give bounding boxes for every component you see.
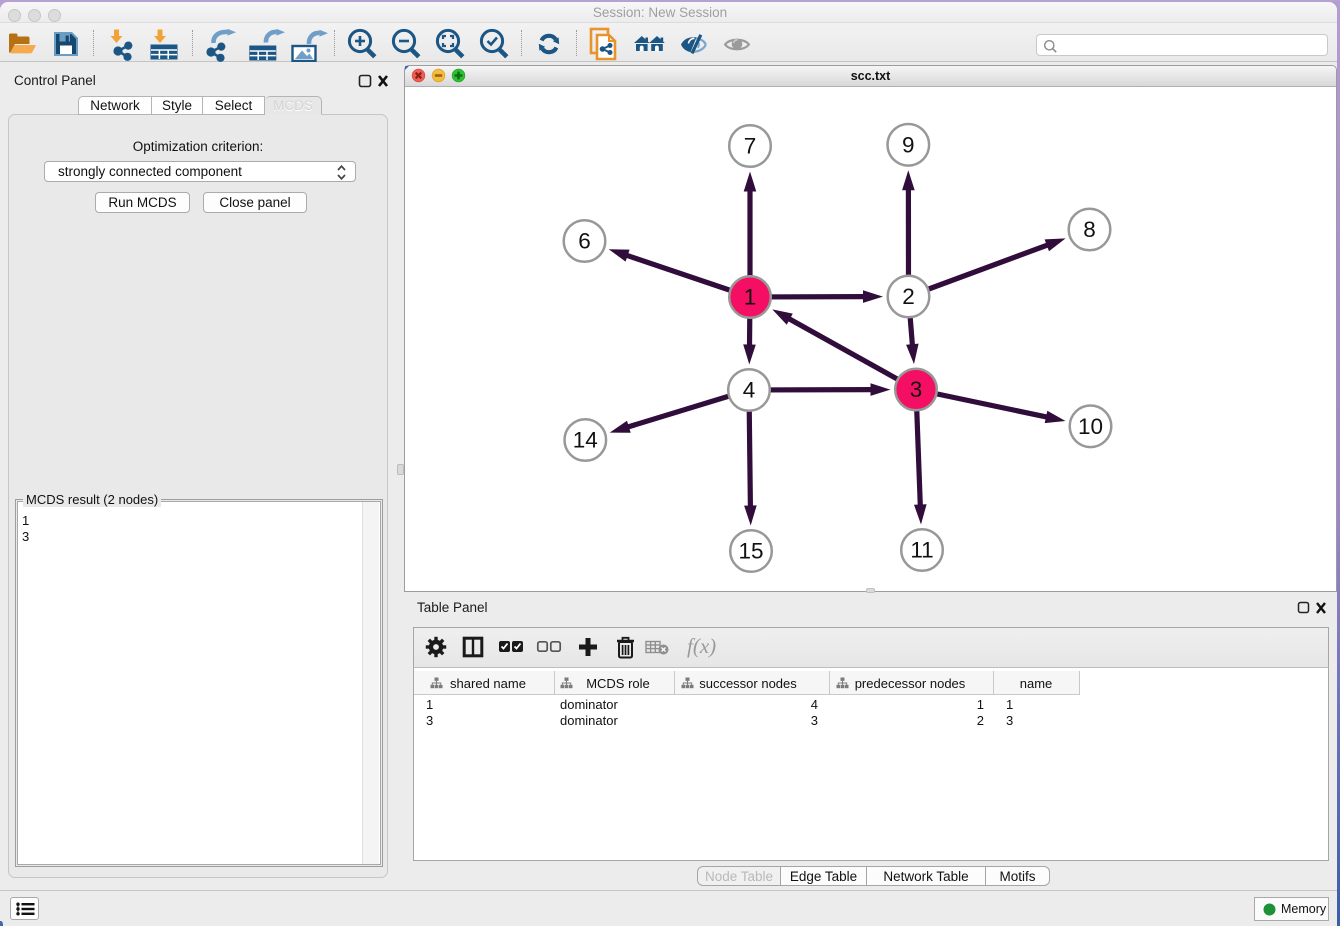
svg-text:1: 1 (744, 285, 757, 310)
svg-text:2: 2 (902, 284, 915, 309)
svg-text:7: 7 (744, 134, 757, 159)
svg-text:15: 15 (738, 539, 763, 564)
svg-text:10: 10 (1078, 414, 1103, 439)
svg-text:11: 11 (910, 538, 933, 563)
svg-text:9: 9 (902, 132, 915, 157)
svg-text:6: 6 (578, 229, 591, 254)
svg-text:3: 3 (910, 377, 923, 402)
svg-text:14: 14 (573, 428, 598, 453)
svg-text:8: 8 (1083, 217, 1096, 242)
svg-text:4: 4 (743, 378, 756, 403)
